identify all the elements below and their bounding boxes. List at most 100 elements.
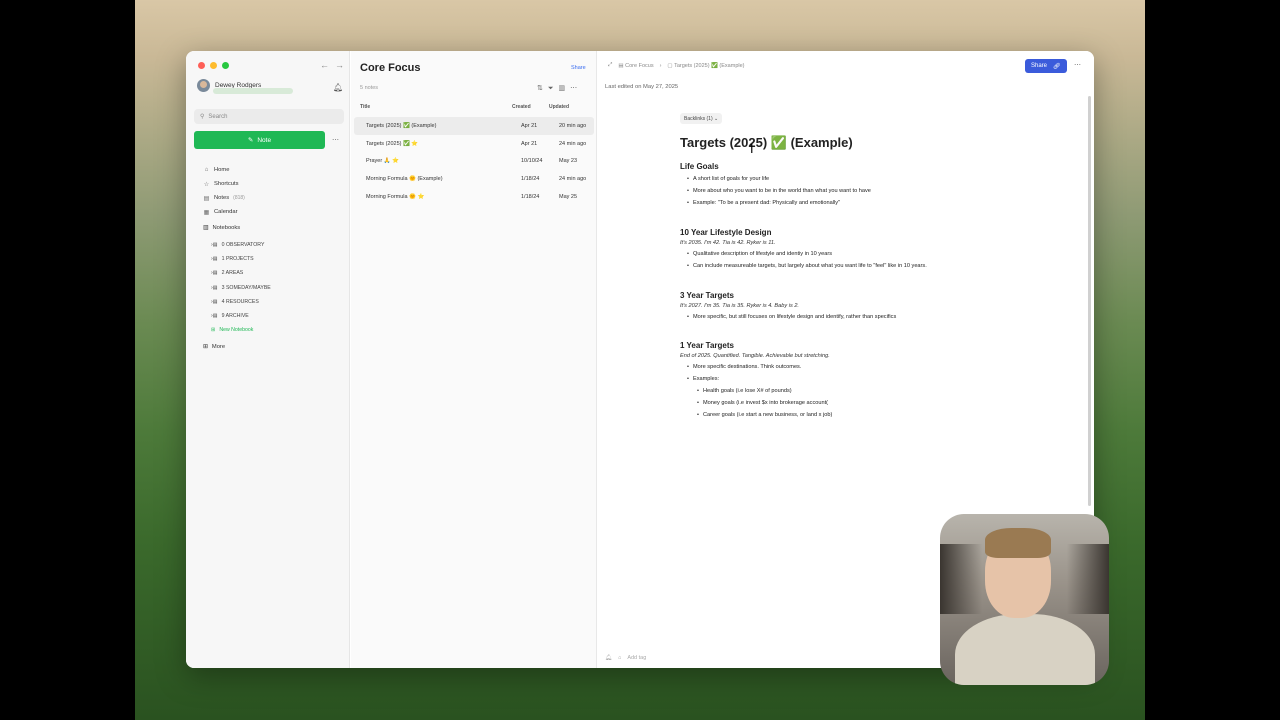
new-notebook-button[interactable]: ⊞ New Notebook [211, 323, 271, 337]
column-title[interactable]: Title [360, 104, 370, 110]
user-subtitle [213, 88, 293, 94]
notebook-item[interactable]: ›▤ 1 PROJECTS [211, 252, 271, 266]
bullet-list: More specific destinations. Think outcom… [687, 362, 1080, 422]
bell-icon[interactable]: 🔔︎ [333, 83, 343, 92]
share-button[interactable]: Share 🔗︎ [1025, 59, 1067, 73]
avatar [197, 79, 210, 92]
notebook-item[interactable]: ›▤ 3 SOMEDAY/MAYBE [211, 281, 271, 295]
table-row[interactable]: Prayer 🙏 ⭐ 10/10/24 May 23 [354, 152, 594, 170]
note-content[interactable]: Targets (2025) ✅ (Example) Life Goals A … [680, 135, 1080, 422]
table-row[interactable]: Targets (2025) ✅ (Example) Apr 21 20 min… [354, 117, 594, 135]
table-row[interactable]: Morning Formula 🌞 (Example) 1/18/24 24 m… [354, 170, 594, 188]
notebook-item[interactable]: ›▤ 4 RESOURCES [211, 295, 271, 309]
note-title[interactable]: Targets (2025) ✅ (Example) [680, 135, 1080, 151]
notebook-label: 3 SOMEDAY/MAYBE [221, 284, 271, 291]
bullet-list: A short list of goals for your life More… [687, 174, 1080, 210]
section-subtitle: End of 2025. Quantified. Tangible. Achie… [680, 353, 830, 360]
notebook-item[interactable]: ›▤ 0 OBSERVATORY [211, 238, 271, 252]
sidebar-item-label: Shortcuts [214, 181, 239, 187]
grid-icon: ⊞ [203, 344, 208, 350]
sidebar-item-more[interactable]: ⊞ More [203, 344, 225, 350]
notes-count: (818) [233, 195, 245, 201]
new-note-button[interactable]: ✎ Note [194, 131, 325, 149]
breadcrumb-note-label: Targets (2025) ✅ (Example) [674, 62, 745, 69]
chevron-down-icon: ⌄ [712, 115, 719, 122]
notebook-list: ›▤ 0 OBSERVATORY ›▤ 1 PROJECTS ›▤ 2 AREAS ›… [211, 238, 271, 337]
sidebar-item-label: Notes [214, 195, 230, 201]
new-notebook-label: New Notebook [219, 327, 254, 334]
backlinks-label: Backlinks (1) [684, 115, 713, 122]
row-title: Morning Formula 🌞 ⭐ [366, 193, 425, 200]
sidebar-item-notebooks[interactable]: ▥ Notebooks [203, 225, 240, 231]
section-heading: 3 Year Targets [680, 290, 734, 300]
screen: ←→ Dewey Rodgers 🔔︎ ⚲ Search ✎ Note ⋯ ⌂ H… [0, 0, 1280, 720]
webcam-overlay [940, 514, 1109, 685]
tag-icon[interactable]: ⌂ [618, 655, 621, 661]
sidebar: ←→ Dewey Rodgers 🔔︎ ⚲ Search ✎ Note ⋯ ⌂ H… [186, 51, 350, 668]
text-cursor-icon: Ⅰ [750, 142, 754, 156]
row-updated: May 23 [559, 158, 578, 165]
new-note-label: Note [257, 136, 272, 144]
editor-more-icon[interactable]: ⋯ [1074, 61, 1081, 69]
sidebar-item-notes[interactable]: ▤ Notes (818) [203, 191, 245, 205]
column-updated[interactable]: Updated [549, 104, 569, 110]
row-created: Apr 21 [521, 123, 538, 129]
add-tag-input[interactable]: Add tag [627, 655, 646, 661]
editor-scrollbar[interactable] [1088, 96, 1091, 506]
breadcrumb: ⤢ ▤ Core Focus › ▢ Targets (2025) ✅ (Exa… [608, 62, 745, 69]
table-row[interactable]: Morning Formula 🌞 ⭐ 1/18/24 May 25 [354, 188, 594, 206]
sidebar-item-shortcuts[interactable]: ☆ Shortcuts [203, 177, 245, 191]
reminder-icon[interactable]: 🔔︎ [605, 655, 612, 661]
new-note-options-button[interactable]: ⋯ [327, 131, 344, 149]
section-heading: 10 Year Lifestyle Design [680, 227, 772, 237]
notebook-item[interactable]: ›▤ 9 ARCHIVE [211, 309, 271, 323]
table-row[interactable]: Targets (2025) ✅ ⭐ Apr 21 24 min ago [354, 135, 594, 153]
notebook-stack-icon: ›▤ [211, 270, 218, 277]
notebook-share-link[interactable]: Share [571, 65, 586, 71]
list-item: A short list of goals for your life [687, 174, 1080, 186]
column-created[interactable]: Created [512, 104, 531, 110]
bullet-list: Qualitative description of lifestyle and… [687, 249, 1080, 273]
notebook-title: Core Focus [360, 62, 421, 74]
backlinks-button[interactable]: Backlinks (1) ⌄ [680, 113, 723, 124]
new-note-icon: ✎ [247, 137, 254, 144]
more-icon[interactable]: ⋯ [570, 85, 582, 92]
section-subtitle: It's 2035. I'm 42. Tia is 42. Ryker is 1… [680, 239, 776, 246]
notebook-icon: ▥ [203, 225, 209, 231]
notebook-stack-icon: ›▤ [211, 298, 218, 305]
notebook-label: 9 ARCHIVE [221, 313, 249, 320]
list-toolbar: ⇅⏷▥⋯ [537, 84, 582, 93]
plus-notebook-icon: ⊞ [211, 327, 216, 334]
nested-bullet-list: Health goals (i.e lose X# of pounds) Mon… [697, 386, 1080, 422]
note-count: 5 notes [360, 85, 379, 91]
close-window-button[interactable] [198, 62, 205, 69]
notebook-label: 2 AREAS [221, 270, 244, 277]
breadcrumb-notebook[interactable]: ▤ Core Focus [618, 63, 653, 69]
bullet-list: More specific, but still focuses on life… [687, 312, 1080, 324]
minimize-window-button[interactable] [210, 62, 217, 69]
notebook-stack-icon: ›▤ [211, 313, 218, 320]
row-updated: 20 min ago [559, 123, 587, 129]
sidebar-item-label: Calendar [214, 209, 238, 215]
notebook-stack-icon: ›▤ [211, 284, 218, 291]
sort-icon[interactable]: ⇅ [537, 85, 548, 92]
webcam-person-hair [985, 528, 1051, 558]
notebook-item[interactable]: ›▤ 2 AREAS [211, 266, 271, 280]
view-icon[interactable]: ▥ [558, 85, 570, 92]
list-item: More specific, but still focuses on life… [687, 312, 1080, 324]
notebook-stack-icon: ›▤ [211, 256, 218, 263]
list-item: Can include measureable targets, but lar… [687, 261, 1080, 273]
filter-icon[interactable]: ⏷ [548, 85, 559, 92]
search-icon: ⚲ [200, 114, 205, 120]
sidebar-item-calendar[interactable]: ▦ Calendar [203, 205, 245, 219]
link-icon[interactable]: 🔗︎ [1053, 63, 1061, 70]
webcam-person-body [955, 614, 1095, 685]
zoom-window-button[interactable] [222, 62, 229, 69]
back-forward-arrows[interactable]: ←→ [320, 60, 350, 70]
sidebar-item-home[interactable]: ⌂ Home [203, 163, 245, 177]
row-title: Morning Formula 🌞 (Example) [366, 176, 443, 183]
list-item: Examples: [687, 374, 1080, 386]
more-label: More [211, 344, 226, 350]
search-input[interactable]: ⚲ Search [194, 109, 344, 124]
expand-icon[interactable]: ⤢ [608, 62, 612, 69]
